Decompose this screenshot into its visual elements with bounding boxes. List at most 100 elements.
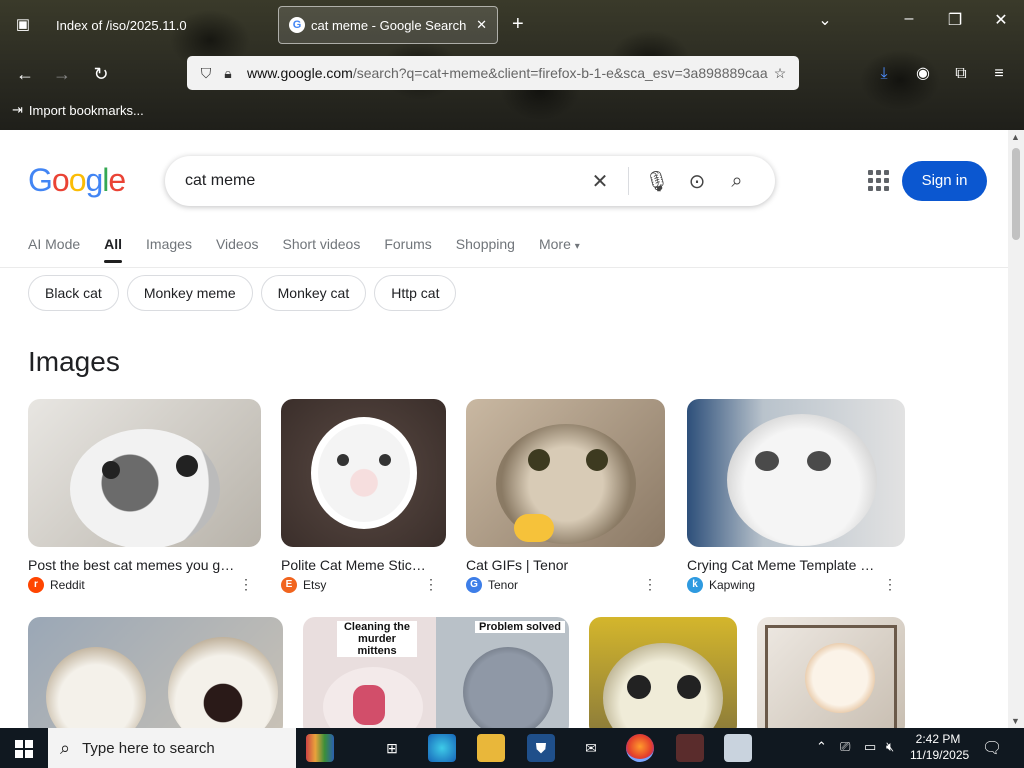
tab-more[interactable]: More ▾ [539,236,580,252]
tray-overflow-icon[interactable]: ⌃ [816,739,827,755]
tabs-divider [0,267,1008,268]
search-box[interactable]: cat meme ✕ 🎙︎ ⊙ ⌕ [165,156,775,206]
images-heading: Images [28,346,120,377]
store-icon[interactable]: ⛊ [527,734,555,762]
back-icon[interactable]: ← [11,60,39,88]
meet-now-icon[interactable]: ⎚ [840,739,850,755]
tab-short-videos[interactable]: Short videos [283,236,361,252]
more-options-icon[interactable]: ⋮ [239,576,253,593]
microphone-icon[interactable]: 🎙︎ [637,169,677,194]
chip-black-cat[interactable]: Black cat [28,275,119,311]
tab-videos[interactable]: Videos [216,236,259,252]
maximize-icon[interactable]: ❐ [940,10,970,30]
close-tab-icon[interactable]: ✕ [476,17,487,33]
bookmark-star-icon[interactable]: ☆ [769,65,791,82]
tab-title: cat meme - Google Search [311,17,467,33]
account-icon[interactable]: ◉ [909,60,937,88]
tab-title: Index of /iso/2025.11.0 [56,17,187,33]
windows-start-icon[interactable] [0,728,48,768]
forward-icon[interactable]: → [48,60,76,88]
taskbar-search[interactable]: ⌕ Type here to search [48,728,296,768]
source-name: Reddit [50,578,85,592]
minimize-icon[interactable]: – [894,10,924,28]
edge-icon[interactable] [428,734,456,762]
tab-forums[interactable]: Forums [384,236,431,252]
image-result-card[interactable]: Cat GIFs | Tenor G Tenor ⋮ [466,399,665,593]
image-result-card[interactable]: Polite Cat Meme Sticke... E Etsy ⋮ [281,399,446,593]
image-thumbnail[interactable] [28,617,283,728]
image-thumbnail[interactable] [281,399,446,547]
more-options-icon[interactable]: ⋮ [643,576,657,593]
lock-icon[interactable]: 🔒︎ [217,65,239,82]
camera-lens-icon[interactable]: ⊙ [677,169,717,194]
more-options-icon[interactable]: ⋮ [883,576,897,593]
close-window-icon[interactable]: ✕ [986,10,1016,30]
notifications-icon[interactable]: 🗨︎ [982,738,1002,758]
downloads-icon[interactable]: ⤓ [870,60,898,88]
caret-down-icon: ▾ [574,241,580,252]
divider [628,167,629,195]
address-bar[interactable]: ⛉ 🔒︎ www.google.com/search?q=cat+meme&cl… [187,56,799,90]
image-thumbnail[interactable]: Cleaning the murder mittens Problem solv… [303,617,569,728]
url-path: /search?q=cat+meme&client=firefox-b-1-e&… [352,65,768,81]
image-thumbnail[interactable] [757,617,905,728]
import-bookmarks[interactable]: ⇥ Import bookmarks... [12,102,144,118]
search-input[interactable]: cat meme [185,172,580,190]
scroll-down-icon[interactable]: ▼ [1011,716,1020,726]
image-result-card[interactable]: Post the best cat memes you got i... r R… [28,399,261,593]
tab-index-iso[interactable]: Index of /iso/2025.11.0 [46,6,276,44]
google-logo[interactable]: Google [28,162,126,199]
tab-ai-mode[interactable]: AI Mode [28,236,80,252]
chip-monkey-meme[interactable]: Monkey meme [126,275,253,311]
new-tab-icon[interactable]: + [512,12,524,36]
network-icon[interactable]: ▭ [864,739,876,755]
task-view-icon[interactable]: ⊞ [378,734,406,762]
image-caption[interactable]: Polite Cat Meme Sticke... [281,557,426,573]
scroll-up-icon[interactable]: ▲ [1011,132,1020,142]
mail-icon[interactable]: ✉ [577,734,605,762]
app-window-icon[interactable] [724,734,752,762]
tab-google-search[interactable]: G cat meme - Google Search ✕ [278,6,498,44]
app-window-icon[interactable] [676,734,704,762]
image-source[interactable]: E Etsy [281,577,446,593]
firefox-icon[interactable] [626,734,654,762]
clock[interactable]: 2:42 PM 11/19/2025 [910,732,969,762]
tab-shopping[interactable]: Shopping [456,236,515,252]
image-thumbnail[interactable] [687,399,905,547]
chip-http-cat[interactable]: Http cat [374,275,457,311]
search-icon[interactable]: ⌕ [717,170,757,193]
search-icon: ⌕ [60,737,71,758]
shield-icon[interactable]: ⛉ [195,65,217,82]
image-caption[interactable]: Crying Cat Meme Template — K... [687,557,885,573]
tab-list-icon[interactable]: ▣ [10,12,36,38]
sign-in-button[interactable]: Sign in [902,161,987,201]
tab-images[interactable]: Images [146,236,192,252]
windows-taskbar: ⌕ Type here to search ⊞ ⛊ ✉ ⌃ ⎚ ▭ 🔇︎ 2:4… [0,728,1024,768]
image-thumbnail[interactable] [589,617,737,728]
reload-icon[interactable]: ↻ [87,60,115,88]
books-app-icon[interactable] [306,734,334,762]
tab-all[interactable]: All [104,236,122,263]
source-name: Tenor [488,578,519,592]
more-options-icon[interactable]: ⋮ [424,576,438,593]
browser-toolbar: ▣ Index of /iso/2025.11.0 G cat meme - G… [0,0,1024,130]
list-all-tabs-icon[interactable]: ⌄ [810,10,840,30]
image-thumbnail[interactable] [28,399,261,547]
image-result-card[interactable]: Crying Cat Meme Template — K... k Kapwin… [687,399,905,593]
image-source[interactable]: k Kapwing [687,577,905,593]
chip-monkey-cat[interactable]: Monkey cat [260,275,367,311]
google-apps-icon[interactable] [866,168,890,192]
image-thumbnail[interactable] [466,399,665,547]
image-source[interactable]: r Reddit [28,577,261,593]
file-explorer-icon[interactable] [477,734,505,762]
url-text[interactable]: www.google.com/search?q=cat+meme&client=… [247,65,769,81]
extensions-icon[interactable]: ⧉ [947,60,975,88]
image-caption[interactable]: Post the best cat memes you got i... [28,557,241,573]
volume-muted-icon[interactable]: 🔇︎ [886,739,894,755]
scroll-thumb[interactable] [1012,148,1020,240]
image-source[interactable]: G Tenor [466,577,665,593]
clear-icon[interactable]: ✕ [580,169,620,194]
menu-icon[interactable]: ≡ [985,60,1013,88]
page-scrollbar[interactable]: ▲ ▼ [1008,130,1024,728]
image-caption[interactable]: Cat GIFs | Tenor [466,557,645,573]
